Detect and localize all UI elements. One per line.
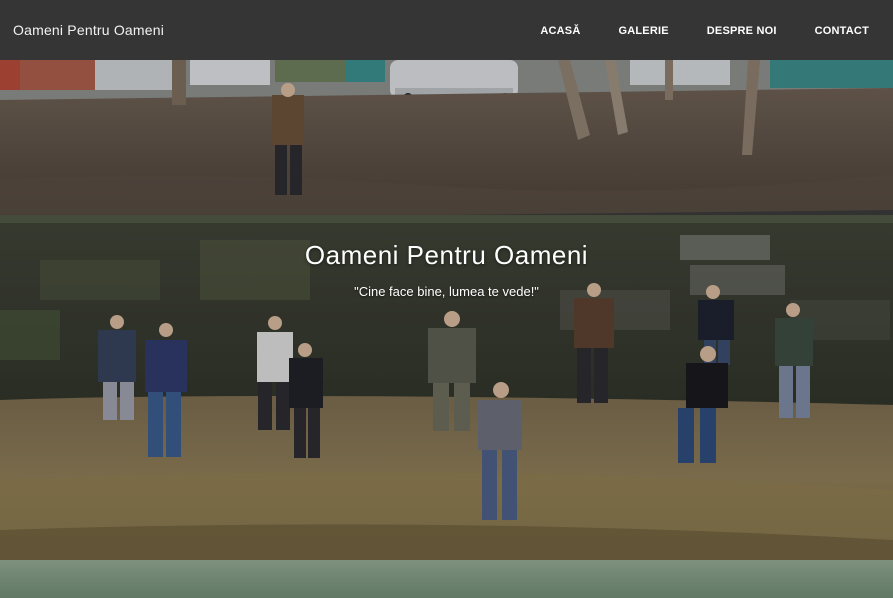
nav-item: ACASĂ <box>502 21 580 39</box>
nav-item: GALERIE <box>580 21 668 39</box>
nav-link-galerie[interactable]: GALERIE <box>580 25 668 37</box>
hero-background-photo <box>0 60 893 598</box>
hero-subtitle: "Cine face bine, lumea te vede!" <box>354 284 539 299</box>
nav-link-contact[interactable]: CONTACT <box>777 25 869 37</box>
brand-link[interactable]: Oameni Pentru Oameni <box>13 22 164 38</box>
nav-item: CONTACT <box>777 21 869 39</box>
hero-text-block: Oameni Pentru Oameni "Cine face bine, lu… <box>0 240 893 299</box>
nav-item: DESPRE NOI <box>669 21 777 39</box>
nav-link-acasa[interactable]: ACASĂ <box>502 25 580 37</box>
top-navbar: Oameni Pentru Oameni ACASĂ GALERIE DESPR… <box>0 0 893 60</box>
hero-section: Oameni Pentru Oameni "Cine face bine, lu… <box>0 60 893 598</box>
nav-menu: ACASĂ GALERIE DESPRE NOI CONTACT <box>502 21 869 39</box>
hero-title: Oameni Pentru Oameni <box>304 240 589 270</box>
nav-link-despre-noi[interactable]: DESPRE NOI <box>669 25 777 37</box>
